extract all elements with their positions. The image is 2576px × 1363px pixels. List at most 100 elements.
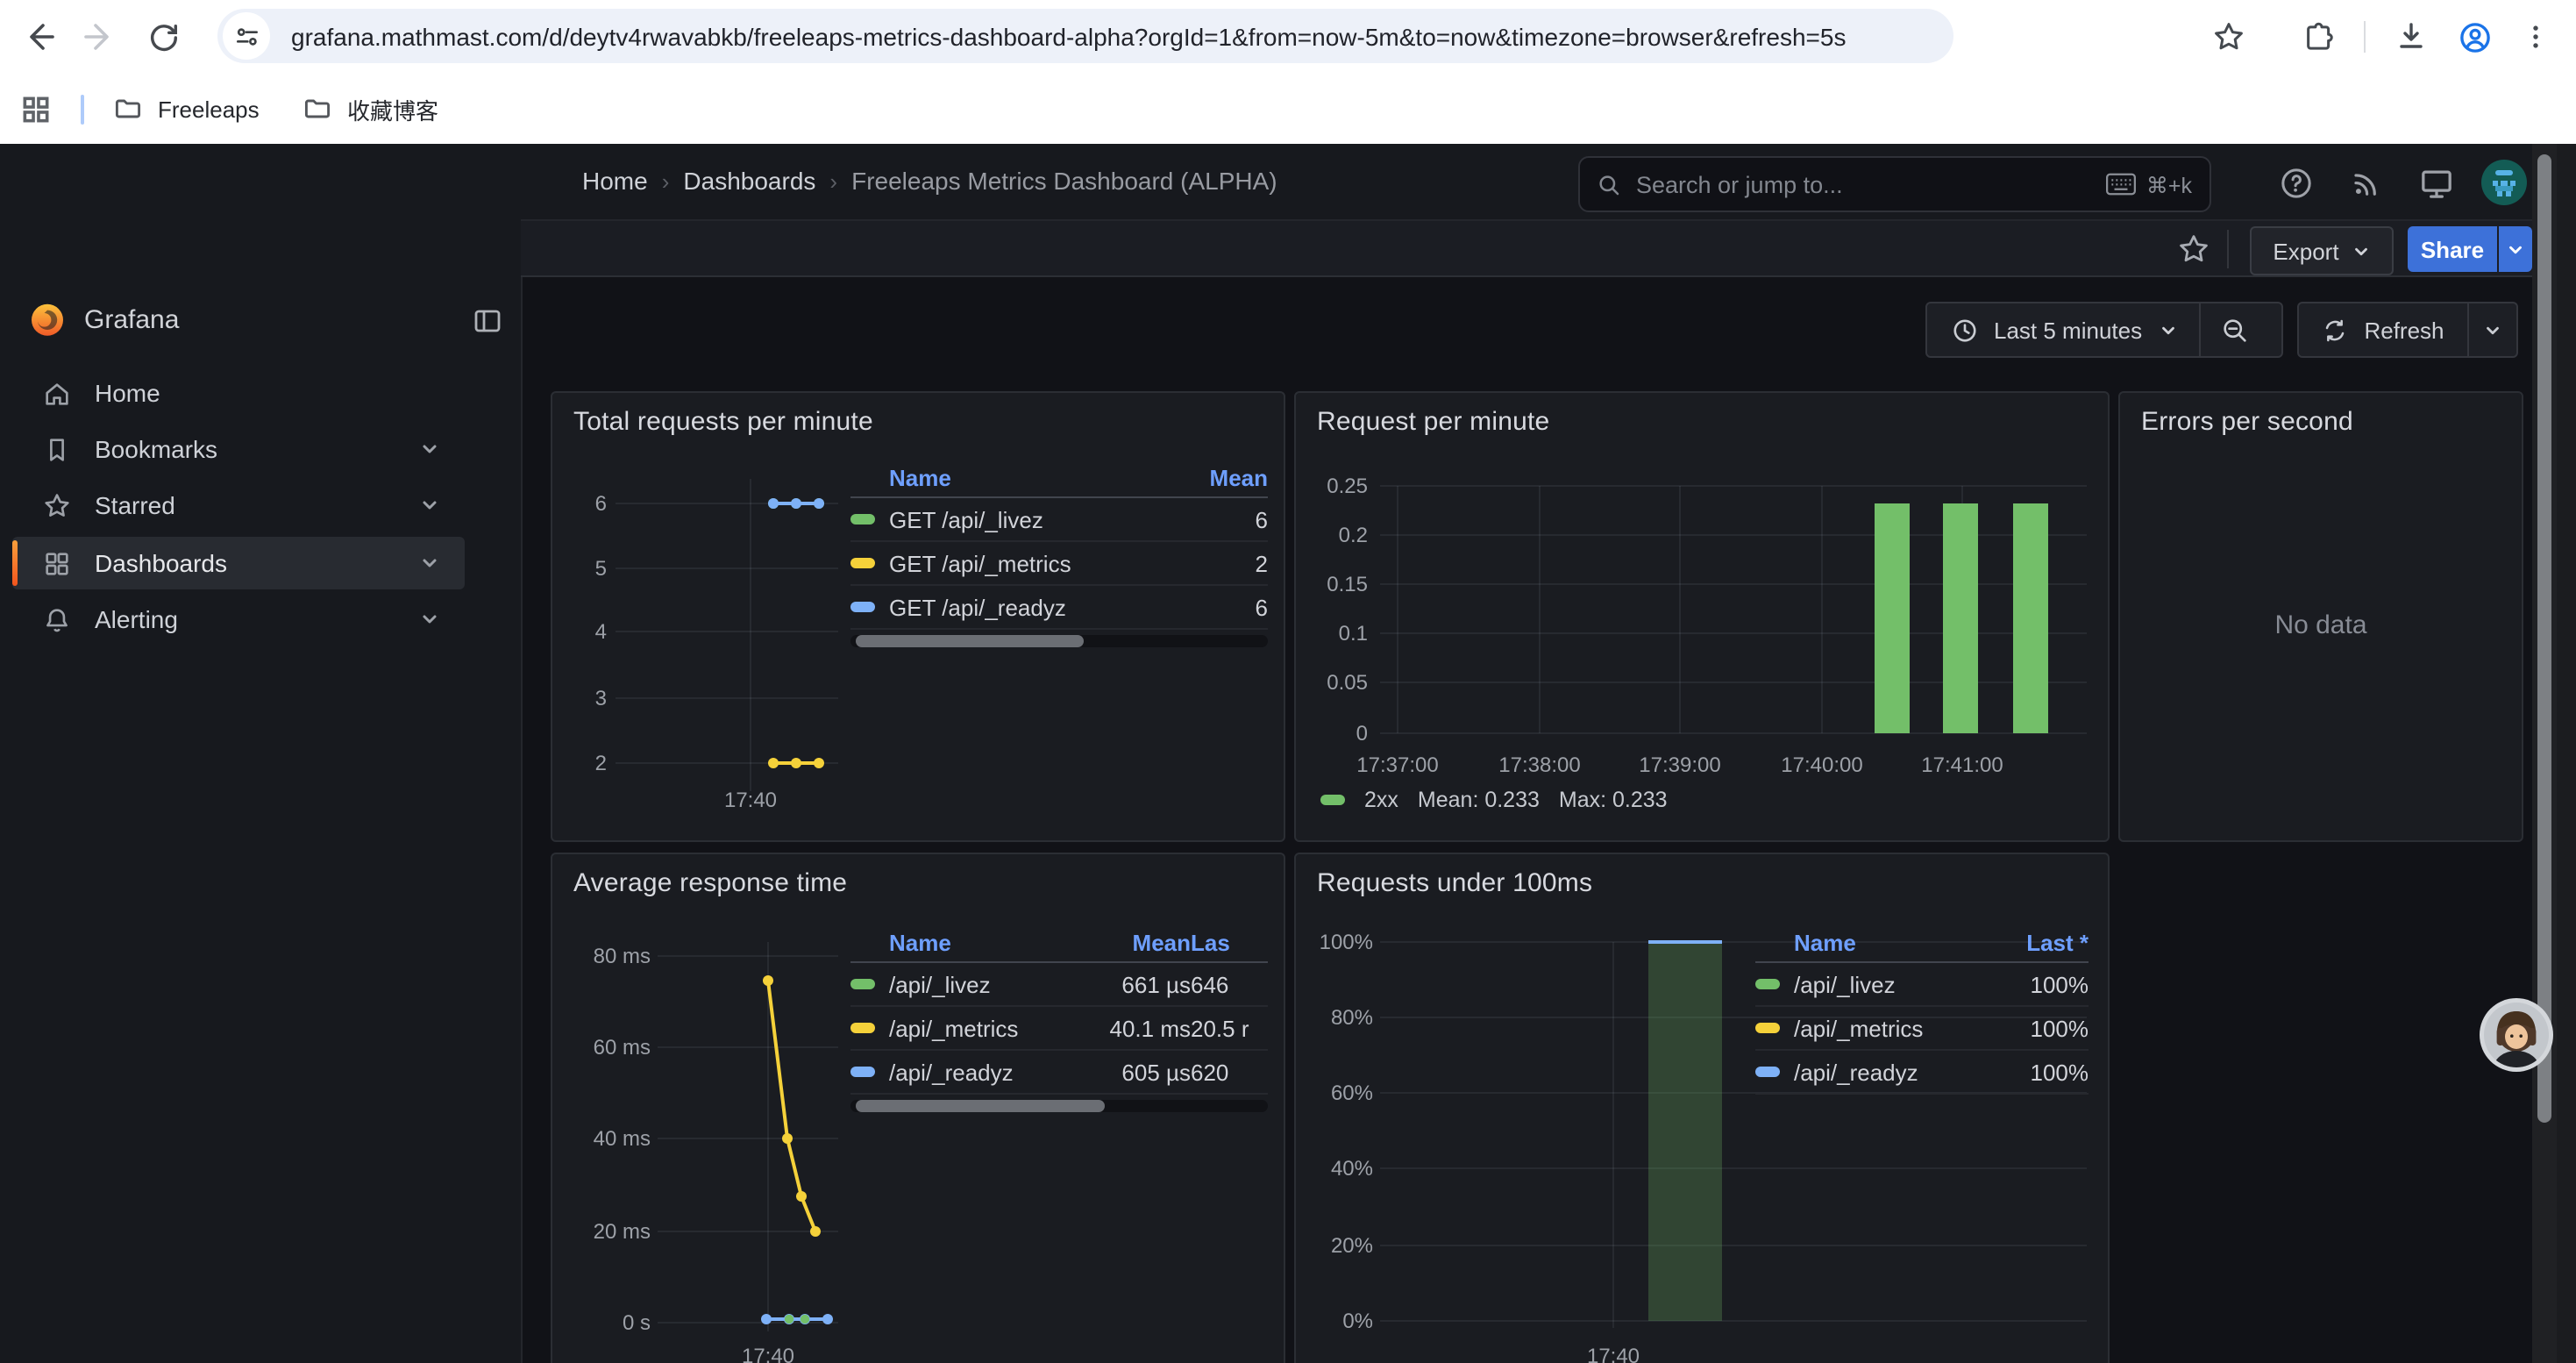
bookmark-folder-freeleaps[interactable]: Freeleaps xyxy=(112,89,260,128)
table-row[interactable]: /api/_livez100% xyxy=(1755,963,2089,1007)
data-point[interactable] xyxy=(763,975,773,986)
column-header[interactable]: Mean xyxy=(1170,465,1268,491)
data-point[interactable] xyxy=(768,498,779,509)
refresh-button[interactable]: Refresh xyxy=(2299,303,2467,356)
apps-grid-icon[interactable] xyxy=(19,89,53,128)
y-axis-tick-label: 0.15 xyxy=(1327,573,1368,596)
data-point[interactable] xyxy=(810,1226,821,1237)
sidebar-item-starred[interactable]: Starred xyxy=(12,479,465,532)
screenshot-stage: grafana.mathmast.com/d/deytv4rwavabkb/fr… xyxy=(0,0,2576,1363)
url-bar[interactable]: grafana.mathmast.com/d/deytv4rwavabkb/fr… xyxy=(217,9,1953,63)
data-point[interactable] xyxy=(768,758,779,768)
zoom-out-button[interactable] xyxy=(2200,303,2268,356)
bar[interactable] xyxy=(1875,503,1910,733)
time-controls: Last 5 minutes xyxy=(1925,302,2283,358)
site-settings-icon[interactable] xyxy=(223,12,270,60)
time-range-picker[interactable]: Last 5 minutes xyxy=(1927,303,2198,356)
extensions-icon[interactable] xyxy=(2295,14,2341,60)
table-row[interactable]: /api/_metrics100% xyxy=(1755,1007,2089,1051)
help-icon[interactable] xyxy=(2276,163,2315,202)
floating-avatar[interactable] xyxy=(2478,996,2555,1074)
table-row[interactable]: /api/_livez661 µs646 xyxy=(850,963,1268,1007)
window-right-edge xyxy=(2557,144,2576,1363)
share-menu-button[interactable] xyxy=(2499,226,2532,272)
table-row[interactable]: GET /api/_readyz6 xyxy=(850,586,1268,630)
share-button[interactable]: Share xyxy=(2408,226,2497,272)
data-point[interactable] xyxy=(814,498,824,509)
chevron-down-icon[interactable] xyxy=(414,490,444,520)
sidebar-item-bookmarks[interactable]: Bookmarks xyxy=(12,423,465,475)
chevron-down-icon[interactable] xyxy=(414,434,444,464)
bar[interactable] xyxy=(1943,503,1978,733)
refresh-interval-button[interactable] xyxy=(2469,303,2516,356)
data-point[interactable] xyxy=(796,1191,807,1202)
browser-menu-icon[interactable] xyxy=(2513,14,2558,60)
y-axis-tick-label: 6 xyxy=(595,492,607,516)
table-row[interactable]: /api/_readyz605 µs620 xyxy=(850,1051,1268,1095)
data-point[interactable] xyxy=(814,758,824,768)
bar[interactable] xyxy=(2013,503,2048,733)
bar[interactable] xyxy=(1648,942,1722,1321)
data-point[interactable] xyxy=(801,1315,809,1324)
folder-icon xyxy=(302,93,333,125)
grafana-logo[interactable] xyxy=(26,298,68,340)
forward-icon[interactable] xyxy=(75,14,121,60)
column-header[interactable]: Last * xyxy=(1990,930,2089,956)
sidebar-item-alerting[interactable]: Alerting xyxy=(12,593,465,646)
sidebar-item-dashboards[interactable]: Dashboards xyxy=(12,537,465,589)
table-row[interactable]: /api/_metrics40.1 ms20.5 r xyxy=(850,1007,1268,1051)
column-header[interactable]: Mean xyxy=(1085,930,1191,956)
bookmark-star-icon[interactable] xyxy=(2206,14,2252,60)
column-header-name[interactable]: Name xyxy=(1794,930,1990,956)
table-hscrollbar-thumb[interactable] xyxy=(856,635,1084,647)
bookmark-label: 收藏博客 xyxy=(347,92,438,125)
data-point[interactable] xyxy=(761,1314,772,1324)
data-point[interactable] xyxy=(785,1315,793,1324)
table-hscrollbar[interactable] xyxy=(850,1100,1268,1112)
monitor-icon[interactable] xyxy=(2416,163,2455,202)
panel-request-per-minute: Request per minute 0.250.20.150.10.05017… xyxy=(1294,391,2110,842)
data-point[interactable] xyxy=(822,1314,833,1324)
column-header-name[interactable]: Name xyxy=(889,930,1085,956)
breadcrumb-home[interactable]: Home xyxy=(582,167,648,195)
panel-title[interactable]: Errors per second xyxy=(2141,407,2353,437)
table-hscrollbar[interactable] xyxy=(850,635,1268,647)
chevron-down-icon[interactable] xyxy=(414,548,444,578)
table-row[interactable]: GET /api/_metrics2 xyxy=(850,542,1268,586)
page-scrollbar[interactable] xyxy=(2532,144,2557,1363)
scrollbar-thumb[interactable] xyxy=(2537,154,2551,1123)
panel-legend-table: NameMeanLas/api/_livez661 µs646/api/_met… xyxy=(850,924,1268,1095)
series-value: 605 µs xyxy=(1085,1059,1191,1085)
data-point[interactable] xyxy=(791,498,801,509)
user-avatar[interactable] xyxy=(2481,160,2527,205)
chevron-down-icon[interactable] xyxy=(414,604,444,634)
bookmark-folder-blogs[interactable]: 收藏博客 xyxy=(302,89,438,128)
data-point[interactable] xyxy=(791,758,801,768)
series-value: 100% xyxy=(1990,1059,2089,1085)
sidebar-toggle-icon[interactable] xyxy=(470,303,505,339)
back-icon[interactable] xyxy=(18,14,63,60)
y-axis-tick-label: 0.05 xyxy=(1327,671,1368,695)
chevron-down-icon xyxy=(2506,239,2525,259)
table-row[interactable]: /api/_readyz100% xyxy=(1755,1051,2089,1095)
export-button[interactable]: Export xyxy=(2250,226,2394,275)
profile-icon[interactable] xyxy=(2451,14,2497,60)
data-point[interactable] xyxy=(782,1133,793,1144)
column-header-name[interactable]: Name xyxy=(889,465,1170,491)
breadcrumb-dashboards[interactable]: Dashboards xyxy=(683,167,815,195)
search-input[interactable]: Search or jump to... ⌘+k xyxy=(1578,156,2211,212)
news-rss-icon[interactable] xyxy=(2346,163,2385,202)
favorite-star-icon[interactable] xyxy=(2178,233,2210,265)
reload-icon[interactable] xyxy=(140,14,186,60)
y-axis-tick-label: 40 ms xyxy=(594,1127,651,1151)
sidebar-item-home[interactable]: Home xyxy=(12,367,465,419)
table-header-row: NameMeanLas xyxy=(850,924,1268,963)
table-hscrollbar-thumb[interactable] xyxy=(856,1100,1105,1112)
brand-name[interactable]: Grafana xyxy=(84,305,179,335)
grafana-sidebar: Grafana Home Bookmarks Starred xyxy=(0,144,523,1363)
column-header[interactable]: Las xyxy=(1191,930,1268,956)
table-row[interactable]: GET /api/_livez6 xyxy=(850,498,1268,542)
series-value: 100% xyxy=(1990,971,2089,997)
legend-series-label[interactable]: 2xx xyxy=(1364,788,1398,812)
downloads-icon[interactable] xyxy=(2388,14,2434,60)
